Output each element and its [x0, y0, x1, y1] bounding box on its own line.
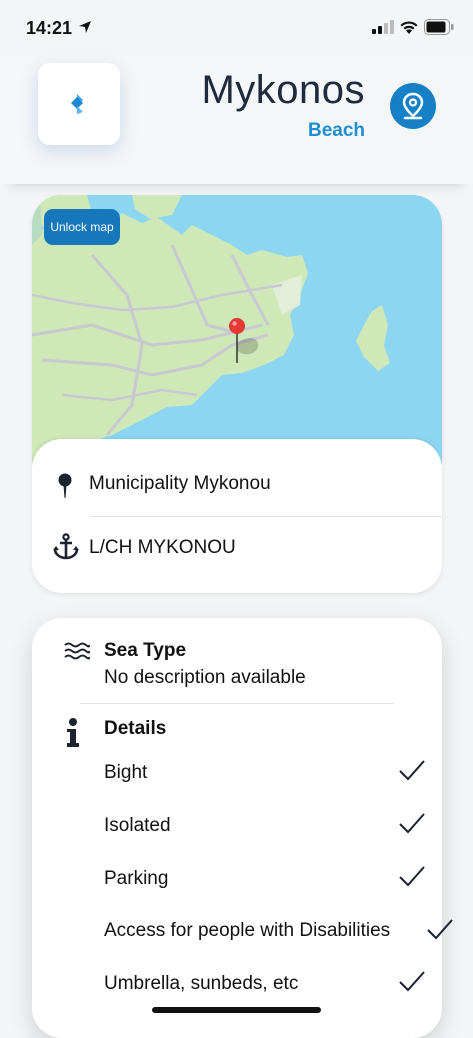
pushpin-icon: [58, 473, 72, 498]
details-title: Details: [104, 718, 167, 739]
cellular-signal-icon: [372, 20, 394, 34]
wifi-icon: [400, 21, 418, 34]
checkmark-icon: [399, 813, 425, 834]
municipality-label: Municipality Mykonou: [89, 473, 271, 494]
header: Mykonos Beach: [0, 54, 473, 184]
status-bar: 14:21: [0, 0, 473, 54]
page-title: Mykonos: [201, 68, 365, 112]
sea-type-description: No description available: [104, 667, 306, 688]
unlock-map-button[interactable]: Unlock map: [44, 209, 120, 245]
status-time: 14:21: [26, 18, 73, 38]
page-subtitle: Beach: [307, 120, 365, 141]
battery-icon: [424, 19, 454, 35]
detail-item: Access for people with Disabilities: [104, 920, 391, 941]
detail-item: Bight: [104, 762, 148, 783]
back-button[interactable]: [38, 63, 120, 145]
checkmark-icon: [399, 760, 425, 781]
divider: [80, 703, 394, 704]
waves-icon: [64, 642, 90, 660]
map-card: Unlock map Municipality Mykonou L/CH MYK…: [32, 195, 442, 593]
location-arrow-icon: [79, 21, 91, 33]
location-info-card: Municipality Mykonou L/CH MYKONOU: [32, 439, 442, 593]
sea-type-title: Sea Type: [104, 640, 187, 661]
checkmark-icon: [399, 971, 425, 992]
anchor-icon: [53, 533, 79, 560]
home-indicator[interactable]: [152, 1007, 321, 1013]
detail-item: Isolated: [104, 815, 171, 836]
map-view[interactable]: Unlock map: [32, 195, 442, 465]
detail-item: Parking: [104, 868, 169, 889]
port-label: L/CH MYKONOU: [89, 537, 236, 558]
details-card: Sea Type No description available Detail…: [32, 618, 453, 1038]
checkmark-icon: [427, 919, 453, 940]
info-icon: [67, 718, 79, 747]
location-button[interactable]: [390, 83, 436, 129]
location-marker-icon: [229, 318, 245, 363]
back-chevron-icon: [71, 94, 83, 114]
detail-item: Umbrella, sunbeds, etc: [104, 973, 299, 994]
checkmark-icon: [399, 866, 425, 887]
divider: [90, 516, 442, 517]
map-pin-icon: [402, 92, 424, 120]
